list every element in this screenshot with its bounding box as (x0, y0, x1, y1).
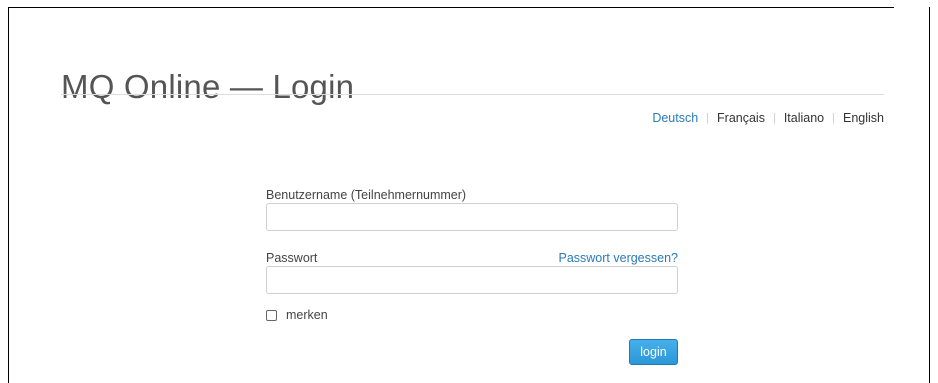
language-link-deutsch[interactable]: Deutsch (652, 111, 698, 125)
language-separator: | (772, 112, 776, 124)
frame-right-border (929, 7, 930, 383)
title-divider (61, 94, 884, 95)
username-label: Benutzername (Teilnehmernummer) (266, 188, 467, 202)
remember-me-checkbox[interactable] (266, 309, 277, 321)
password-label: Passwort (266, 251, 318, 265)
username-input[interactable] (266, 203, 678, 231)
remember-me-label: merken (286, 308, 328, 322)
language-link-francais[interactable]: Français (717, 111, 765, 125)
frame-left-border (8, 7, 9, 383)
language-separator: | (706, 112, 710, 124)
language-link-english[interactable]: English (843, 111, 884, 125)
forgot-password-link[interactable]: Passwort vergessen? (558, 250, 678, 266)
language-link-italiano[interactable]: Italiano (784, 111, 824, 125)
page-title: MQ Online — Login (61, 68, 355, 106)
remember-me-row: merken (266, 308, 328, 322)
frame-top-border (8, 7, 894, 8)
language-separator: | (832, 112, 835, 124)
language-switcher: Deutsch | Français | Italiano | English (652, 111, 884, 125)
login-button[interactable]: login (629, 339, 678, 365)
password-input[interactable] (266, 266, 678, 294)
browser-frame: MQ Online — Login Deutsch | Français | I… (0, 0, 938, 383)
